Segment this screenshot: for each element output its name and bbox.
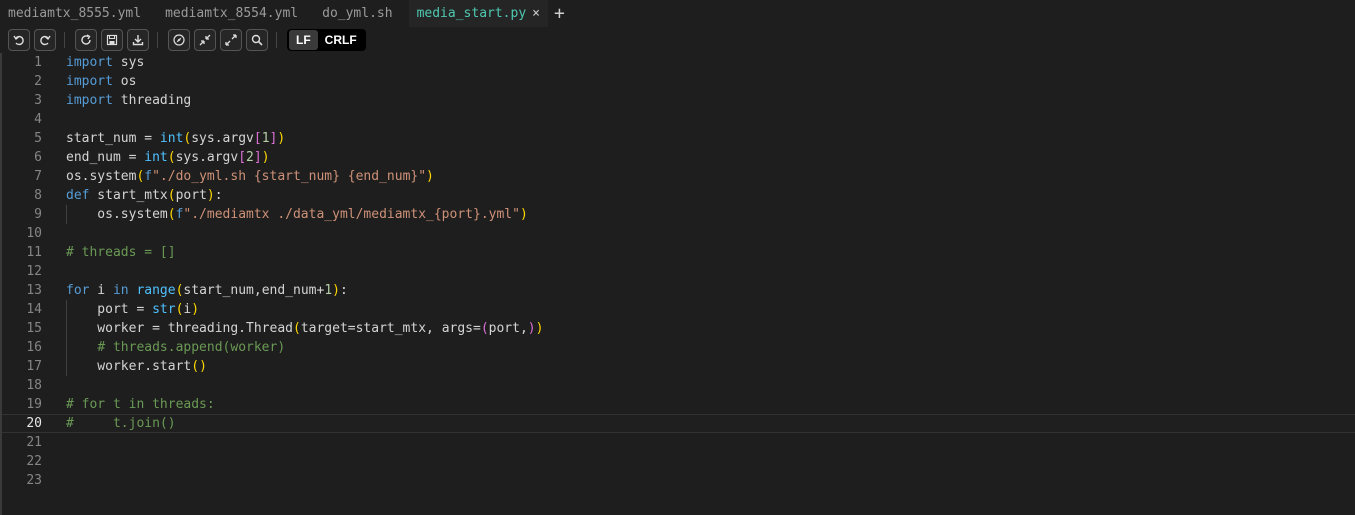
expand-icon[interactable] (220, 28, 242, 51)
line-number: 8 (34, 188, 42, 203)
line-number: 6 (34, 150, 42, 165)
code-line[interactable]: 11 # threads = [] (2, 243, 1355, 262)
tab-bar: mediamtx_8555.yml mediamtx_8554.yml do_y… (0, 0, 1355, 27)
line-number: 18 (26, 378, 42, 393)
line-number: 19 (26, 397, 42, 412)
reload-icon[interactable] (75, 28, 97, 51)
code-line[interactable]: 8 def start_mtx(port): (2, 186, 1355, 205)
eol-lf-button[interactable]: LF (289, 29, 318, 50)
code-text: end_num = int(sys.argv[2]) (66, 150, 270, 165)
undo-icon[interactable] (8, 28, 30, 51)
code-line[interactable]: 13 for i in range(start_num,end_num+1): (2, 281, 1355, 300)
tab-label: do_yml.sh (322, 6, 393, 21)
code-line[interactable]: 6 end_num = int(sys.argv[2]) (2, 148, 1355, 167)
code-line[interactable]: 22 (2, 452, 1355, 471)
code-text: os.system(f"./mediamtx ./data_yml/mediam… (66, 207, 528, 222)
line-number: 9 (34, 207, 42, 222)
tab-label: mediamtx_8554.yml (165, 6, 299, 21)
compass-icon[interactable] (168, 28, 190, 51)
toolbar-divider (64, 31, 65, 48)
code-text: os.system(f"./do_yml.sh {start_num} {end… (66, 169, 434, 184)
code-text: # threads = [] (66, 245, 176, 260)
tab-media-start[interactable]: media_start.py × (408, 0, 548, 27)
tab-label: media_start.py (416, 6, 527, 21)
line-number: 14 (26, 302, 42, 317)
toolbar-divider (157, 31, 158, 48)
code-text: import os (66, 74, 137, 89)
code-text: import threading (66, 93, 192, 108)
toolbar: LF CRLF (0, 27, 1355, 52)
line-number: 15 (26, 321, 42, 336)
code-text: # for t in threads: (66, 397, 215, 412)
code-text: import sys (66, 55, 145, 70)
code-line[interactable]: 9 os.system(f"./mediamtx ./data_yml/medi… (2, 205, 1355, 224)
code-line[interactable]: 20 # t.join() (2, 414, 1355, 433)
line-number: 11 (26, 245, 42, 260)
code-line[interactable]: 21 (2, 433, 1355, 452)
code-text: for i in range(start_num,end_num+1): (66, 283, 348, 298)
collapse-icon[interactable] (194, 28, 216, 51)
eol-crlf-button[interactable]: CRLF (318, 30, 364, 50)
tab-mediamtx-8555[interactable]: mediamtx_8555.yml (0, 0, 149, 27)
code-line[interactable]: 18 (2, 376, 1355, 395)
code-line[interactable]: 5 start_num = int(sys.argv[1]) (2, 129, 1355, 148)
close-icon[interactable]: × (532, 6, 540, 21)
code-line[interactable]: 17 worker.start() (2, 357, 1355, 376)
line-number: 12 (26, 264, 42, 279)
code-line[interactable]: 23 (2, 471, 1355, 490)
code-text: def start_mtx(port): (66, 188, 223, 203)
code-text: start_num = int(sys.argv[1]) (66, 131, 286, 146)
line-number: 13 (26, 283, 42, 298)
save-icon[interactable] (101, 28, 123, 51)
toolbar-divider (276, 31, 277, 48)
code-line[interactable]: 12 (2, 262, 1355, 281)
code-line[interactable]: 3 import threading (2, 91, 1355, 110)
line-number: 20 (26, 416, 42, 431)
new-tab-icon[interactable]: + (554, 3, 565, 24)
line-number: 7 (34, 169, 42, 184)
code-text: worker = threading.Thread(target=start_m… (66, 321, 544, 336)
code-line[interactable]: 14 port = str(i) (2, 300, 1355, 319)
code-text: # t.join() (66, 416, 176, 431)
code-text: port = str(i) (66, 302, 200, 317)
download-icon[interactable] (127, 28, 149, 51)
code-line[interactable]: 7 os.system(f"./do_yml.sh {start_num} {en… (2, 167, 1355, 186)
tab-do-yml[interactable]: do_yml.sh (314, 0, 400, 27)
code-text: # threads.append(worker) (97, 340, 286, 355)
line-number: 10 (26, 226, 42, 241)
search-icon[interactable] (246, 28, 268, 51)
line-number: 4 (34, 112, 42, 127)
code-line[interactable]: 4 (2, 110, 1355, 129)
line-number: 21 (26, 435, 42, 450)
line-number: 17 (26, 359, 42, 374)
line-number: 3 (34, 93, 42, 108)
redo-icon[interactable] (34, 28, 56, 51)
tab-mediamtx-8554[interactable]: mediamtx_8554.yml (157, 0, 306, 27)
code-line[interactable]: 10 (2, 224, 1355, 243)
line-ending-toggle: LF CRLF (287, 28, 366, 51)
line-number: 23 (26, 473, 42, 488)
line-number: 1 (34, 55, 42, 70)
line-number: 16 (26, 340, 42, 355)
code-editor[interactable]: 1 import sys 2 import os 3 import threading 4 5… (0, 53, 1355, 515)
line-number: 22 (26, 454, 42, 469)
code-line[interactable]: 2 import os (2, 72, 1355, 91)
code-line[interactable]: 1 import sys (2, 53, 1355, 72)
line-number: 2 (34, 74, 42, 89)
code-line[interactable]: 15 worker = threading.Thread(target=star… (2, 319, 1355, 338)
code-line[interactable]: 19 # for t in threads: (2, 395, 1355, 414)
code-text: worker.start() (66, 359, 207, 374)
tab-label: mediamtx_8555.yml (8, 6, 142, 21)
line-number: 5 (34, 131, 42, 146)
code-line[interactable]: 16 # threads.append(worker) (2, 338, 1355, 357)
